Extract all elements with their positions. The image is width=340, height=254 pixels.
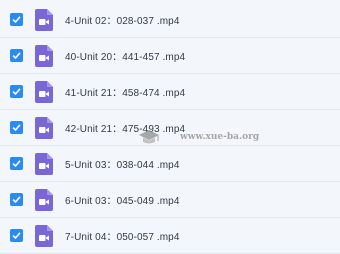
file-name: 5-Unit 03：038-044 .mp4 bbox=[65, 160, 180, 171]
list-item[interactable]: 40-Unit 20：441-457 .mp4 bbox=[0, 38, 340, 74]
graduation-cap-icon bbox=[139, 130, 159, 144]
checkbox[interactable] bbox=[10, 85, 23, 98]
watermark: www.xue-ba.org bbox=[138, 128, 259, 148]
check-icon bbox=[12, 88, 21, 96]
video-file-icon bbox=[35, 9, 53, 31]
check-icon bbox=[12, 232, 21, 240]
list-item[interactable]: 4-Unit 02：028-037 .mp4 bbox=[0, 2, 340, 38]
check-icon bbox=[12, 160, 21, 168]
checkbox[interactable] bbox=[10, 13, 23, 26]
video-file-icon bbox=[35, 189, 53, 211]
video-file-icon bbox=[35, 45, 53, 67]
checkbox[interactable] bbox=[10, 121, 23, 134]
checkbox[interactable] bbox=[10, 193, 23, 206]
checkbox[interactable] bbox=[10, 229, 23, 242]
check-icon bbox=[12, 52, 21, 60]
video-file-icon bbox=[35, 153, 53, 175]
video-file-icon bbox=[35, 81, 53, 103]
video-file-icon bbox=[35, 225, 53, 247]
checkbox[interactable] bbox=[10, 157, 23, 170]
list-item[interactable]: 6-Unit 03：045-049 .mp4 bbox=[0, 182, 340, 218]
check-icon bbox=[12, 124, 21, 132]
file-name: 40-Unit 20：441-457 .mp4 bbox=[65, 52, 186, 63]
list-item[interactable]: 5-Unit 03：038-044 .mp4 bbox=[0, 146, 340, 182]
file-name: 6-Unit 03：045-049 .mp4 bbox=[65, 196, 180, 207]
file-name: 4-Unit 02：028-037 .mp4 bbox=[65, 16, 180, 27]
check-icon bbox=[12, 196, 21, 204]
checkbox[interactable] bbox=[10, 49, 23, 62]
list-item[interactable]: 41-Unit 21：458-474 .mp4 bbox=[0, 74, 340, 110]
check-icon bbox=[12, 16, 21, 24]
file-name: 41-Unit 21：458-474 .mp4 bbox=[65, 88, 186, 99]
list-item[interactable]: 7-Unit 04：050-057 .mp4 bbox=[0, 218, 340, 254]
watermark-text: www.xue-ba.org bbox=[180, 132, 260, 142]
file-name: 7-Unit 04：050-057 .mp4 bbox=[65, 232, 180, 243]
video-file-icon bbox=[35, 117, 53, 139]
